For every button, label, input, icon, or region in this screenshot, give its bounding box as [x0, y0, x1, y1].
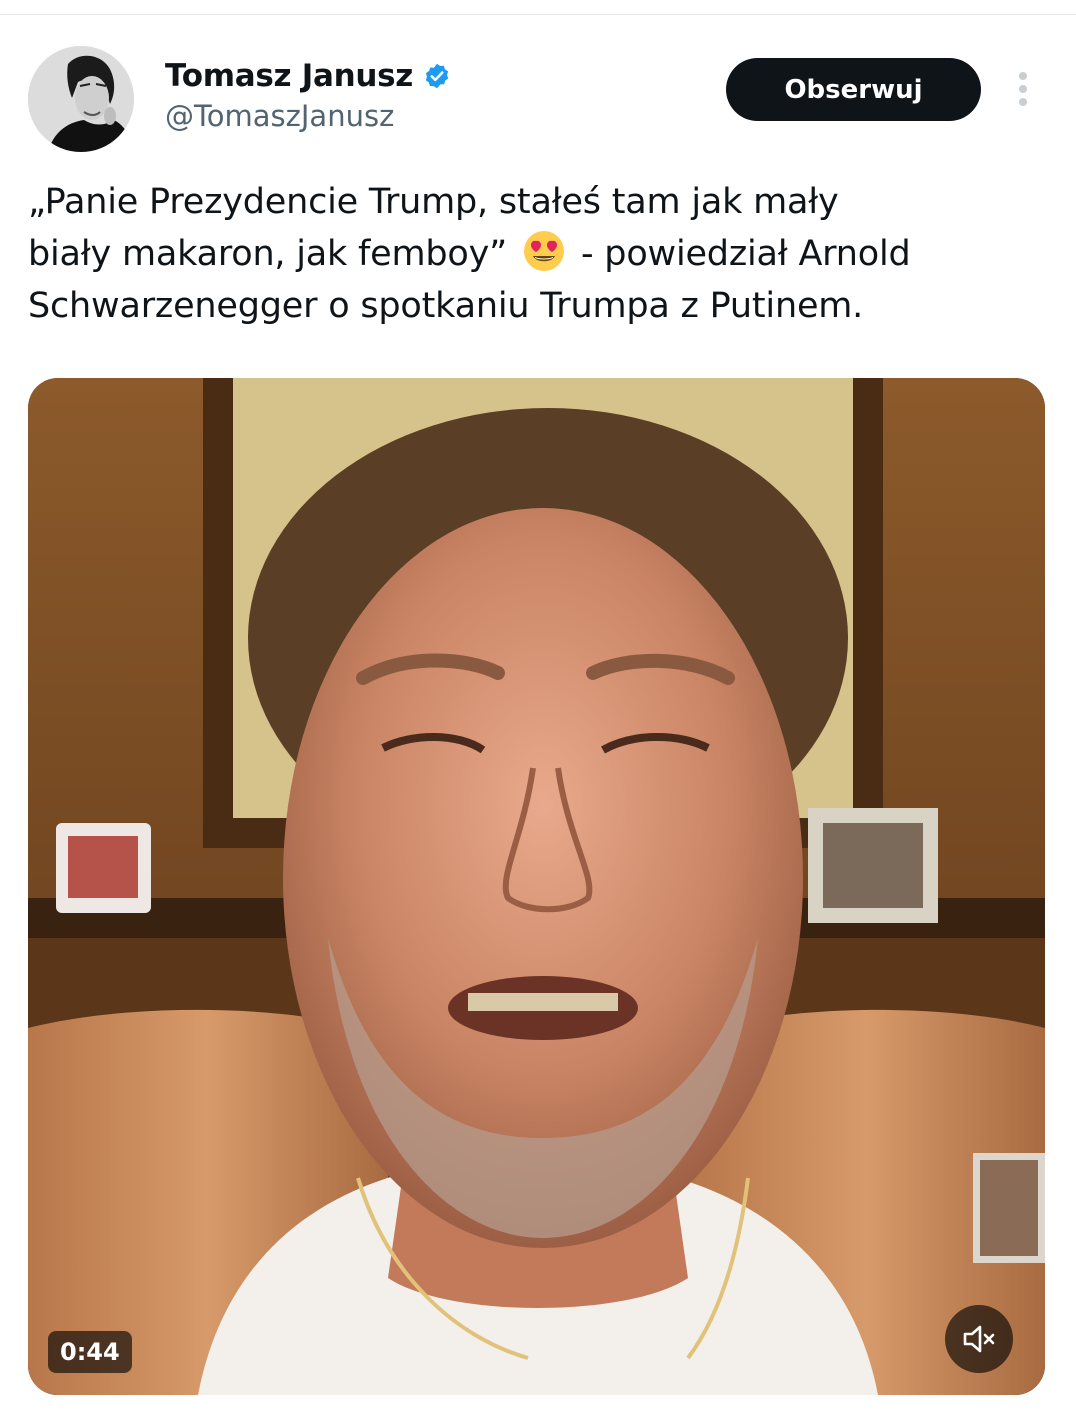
tweet-text: „Panie Prezydencie Trump, stałeś tam jak… — [28, 176, 1058, 332]
tweet-line-2-start: biały makaron, jak femboy” — [28, 234, 508, 274]
tweet-line-2: biały makaron, jak femboy” - powiedział … — [28, 228, 1058, 280]
mute-toggle-button[interactable] — [945, 1305, 1013, 1373]
follow-button[interactable]: Obserwuj — [726, 58, 981, 121]
top-divider — [0, 14, 1076, 15]
author-display-name[interactable]: Tomasz Janusz — [165, 58, 413, 94]
avatar[interactable] — [28, 46, 134, 152]
volume-muted-icon — [963, 1325, 995, 1353]
author-name[interactable]: Tomasz Janusz — [165, 58, 451, 94]
author-handle[interactable]: @TomaszJanusz — [165, 99, 394, 133]
video-frame — [28, 378, 1045, 1395]
verified-badge-icon — [423, 62, 451, 90]
tweet-line-1: „Panie Prezydencie Trump, stałeś tam jak… — [28, 182, 839, 222]
more-vertical-icon[interactable] — [1008, 70, 1038, 110]
tweet-line-2-end: - powiedział Arnold — [570, 234, 911, 274]
video-player[interactable]: 0:44 — [28, 378, 1045, 1395]
profile-photo — [28, 46, 134, 152]
smiling-face-with-heart-eyes-icon — [522, 229, 566, 273]
tweet-line-3: Schwarzenegger o spotkaniu Trumpa z Puti… — [28, 286, 864, 326]
video-duration: 0:44 — [48, 1331, 132, 1373]
